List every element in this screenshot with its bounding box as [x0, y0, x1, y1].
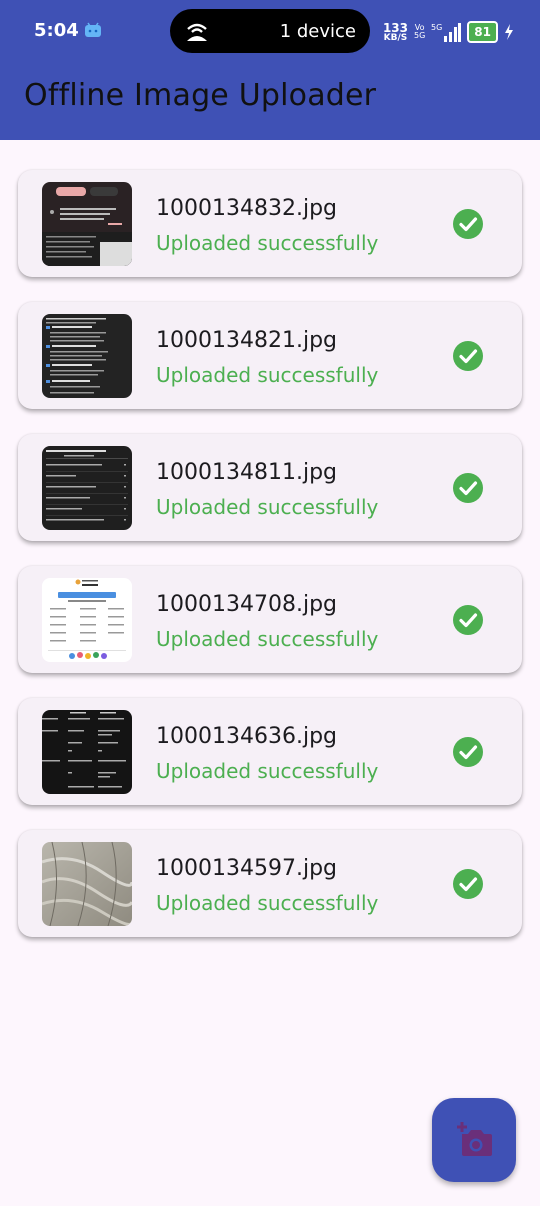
devices-label: 1 device [279, 21, 356, 42]
file-name: 1000134597.jpg [156, 856, 338, 881]
status-bar: 5:04 1 device 133 KB/S Vo 5G 5G 81 [0, 0, 540, 62]
upload-status: Uploaded successfully [156, 363, 379, 387]
signal-icon: 5G [431, 23, 462, 42]
file-name: 1000134708.jpg [156, 592, 338, 617]
upload-item[interactable]: 1000134636.jpg Uploaded successfully [18, 698, 522, 805]
check-circle-icon [453, 869, 483, 899]
upload-item[interactable]: 1000134832.jpg Uploaded successfully [18, 170, 522, 277]
upload-item[interactable]: 1000134821.jpg Uploaded successfully [18, 302, 522, 409]
network-type: 5G [431, 23, 442, 32]
image-thumbnail [42, 314, 132, 398]
add-photo-button[interactable] [432, 1098, 516, 1182]
check-circle-icon [453, 473, 483, 503]
image-thumbnail [42, 446, 132, 530]
battery-indicator: 81 [467, 21, 498, 43]
android-icon [85, 22, 101, 37]
connected-devices-pill[interactable]: 1 device [170, 9, 370, 53]
upload-status: Uploaded successfully [156, 495, 379, 519]
upload-item[interactable]: 1000134708.jpg Uploaded successfully [18, 566, 522, 673]
upload-status: Uploaded successfully [156, 231, 379, 255]
check-circle-icon [453, 737, 483, 767]
hotspot-icon [187, 23, 207, 41]
upload-status: Uploaded successfully [156, 891, 379, 915]
network-speed: 133 KB/S [382, 20, 408, 43]
upload-status: Uploaded successfully [156, 627, 379, 651]
volte-indicator: Vo 5G [414, 23, 426, 40]
check-circle-icon [453, 341, 483, 371]
image-thumbnail [42, 578, 132, 662]
file-name: 1000134821.jpg [156, 328, 338, 353]
check-circle-icon [453, 209, 483, 239]
image-thumbnail [42, 842, 132, 926]
check-circle-icon [453, 605, 483, 635]
file-name: 1000134636.jpg [156, 724, 338, 749]
app-bar: Offline Image Uploader [0, 62, 540, 140]
upload-item[interactable]: 1000134811.jpg Uploaded successfully [18, 434, 522, 541]
status-time: 5:04 [34, 20, 79, 41]
file-name: 1000134811.jpg [156, 460, 338, 485]
image-thumbnail [42, 182, 132, 266]
file-name: 1000134832.jpg [156, 196, 338, 221]
add-a-photo-icon [457, 1122, 492, 1156]
upload-status: Uploaded successfully [156, 759, 379, 783]
image-thumbnail [42, 710, 132, 794]
upload-item[interactable]: 1000134597.jpg Uploaded successfully [18, 830, 522, 937]
status-icons: 133 KB/S Vo 5G 5G 81 [383, 18, 514, 46]
page-title: Offline Image Uploader [24, 78, 377, 113]
charging-icon [505, 24, 513, 40]
